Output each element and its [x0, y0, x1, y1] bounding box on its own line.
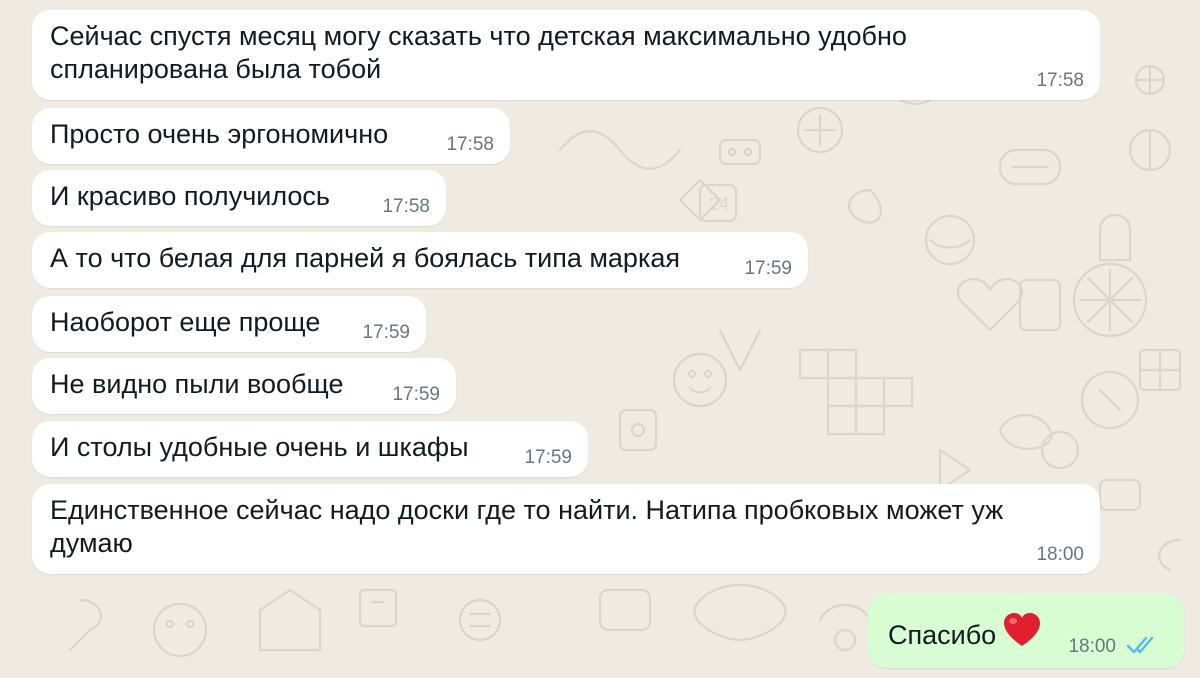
message-time: 17:59 — [524, 447, 572, 468]
message-time: 17:58 — [1036, 70, 1084, 91]
message-text: Не видно пыли вообще — [50, 369, 344, 399]
message-time: 17:59 — [362, 322, 410, 343]
message-time: 17:59 — [744, 258, 792, 279]
message-time: 17:58 — [446, 134, 494, 155]
message-time: 18:00 — [1068, 636, 1116, 657]
message-text: И красиво получилось — [50, 181, 330, 211]
message-bubble[interactable]: А то что белая для парней я боялась типа… — [32, 232, 808, 288]
read-double-check-icon — [1126, 636, 1154, 654]
red-heart-icon — [1004, 613, 1041, 646]
chat-message-list: Сейчас спустя месяц могу сказать что дет… — [0, 0, 1200, 678]
outgoing-message-bubble[interactable]: Спасибо 18:00 — [868, 594, 1184, 668]
message-text: Наоборот еще проще — [50, 307, 321, 337]
message-text: Просто очень эргономично — [50, 119, 389, 149]
message-bubble[interactable]: Просто очень эргономично 17:58 — [32, 108, 510, 164]
message-text: И столы удобные очень и шкафы — [50, 432, 469, 462]
reply-text: Спасибо — [888, 620, 997, 650]
message-bubble[interactable]: И красиво получилось 17:58 — [32, 170, 446, 226]
message-bubble[interactable]: И столы удобные очень и шкафы 17:59 — [32, 421, 588, 477]
message-bubble[interactable]: Сейчас спустя месяц могу сказать что дет… — [32, 10, 1100, 100]
message-bubble[interactable]: Не видно пыли вообще 17:59 — [32, 358, 456, 414]
message-text: А то что белая для парней я боялась типа… — [50, 243, 680, 273]
message-text: Спасибо — [888, 612, 1042, 652]
message-time: 18:00 — [1036, 544, 1084, 565]
message-text: Единственное сейчас надо доски где то на… — [50, 495, 1004, 558]
message-time: 17:58 — [382, 196, 430, 217]
message-bubble[interactable]: Единственное сейчас надо доски где то на… — [32, 484, 1100, 574]
message-bubble[interactable]: Наоборот еще проще 17:59 — [32, 296, 426, 352]
message-time: 17:59 — [392, 384, 440, 405]
message-text: Сейчас спустя месяц могу сказать что дет… — [50, 21, 907, 84]
